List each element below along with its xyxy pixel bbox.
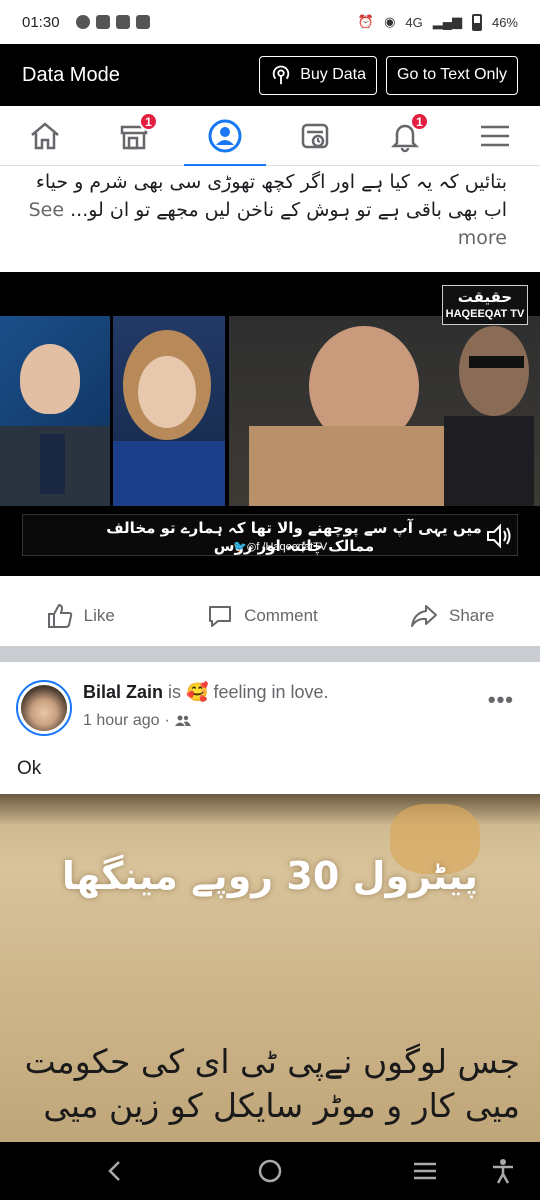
home-button-icon[interactable] <box>255 1156 285 1186</box>
video-frame-left <box>0 316 110 506</box>
more-options-icon[interactable]: ••• <box>488 687 514 713</box>
comment-button[interactable]: Comment <box>206 602 318 630</box>
post-body: بتائیں کہ یہ کیا ہے اور اگر کچھ تھوڑی سی… <box>35 171 507 221</box>
like-label: Like <box>83 606 115 625</box>
main-nav: 1 1 <box>0 106 540 167</box>
like-icon <box>47 603 72 628</box>
is-label: is <box>168 682 182 702</box>
system-nav-bar <box>0 1142 540 1200</box>
image-headline: پیٹرول 30 روپے مینگھا <box>61 854 479 898</box>
video-frame-right <box>229 316 540 506</box>
gallery-icon <box>135 15 150 29</box>
data-mode-bar: Data Mode Buy Data Go to Text Only <box>0 44 540 106</box>
like-button[interactable]: Like <box>46 602 115 630</box>
menu-icon <box>481 125 509 147</box>
image-body-text: جس لوگوں نےپی ٹی ای کی حکومت میی کار و م… <box>24 1042 520 1125</box>
feeling-text: feeling in love. <box>213 682 329 702</box>
post-header: Bilal Zain is 🥰 feeling in love. <box>83 682 329 703</box>
hotspot-icon: ◉ <box>384 14 396 29</box>
social-handle: 🐦◎f /HaqeeqatTV <box>233 540 327 553</box>
accessibility-icon[interactable] <box>488 1156 518 1186</box>
comment-icon <box>209 606 232 627</box>
broadcast-icon <box>272 65 290 85</box>
back-icon[interactable] <box>100 1156 130 1186</box>
alarm-icon: ⏰ <box>357 14 375 29</box>
author-name[interactable]: Bilal Zain <box>83 682 163 702</box>
battery-icon <box>471 13 482 31</box>
status-bar: 01:30 ⏰ ◉ 4G ▂▄▆ 46% <box>0 0 540 44</box>
twitter-icon <box>95 15 110 29</box>
post-actions: Like Comment Share <box>0 586 540 646</box>
notifications-badge: 1 <box>410 112 429 131</box>
buy-data-button[interactable]: Buy Data <box>259 55 378 95</box>
video-frame-middle <box>113 316 225 506</box>
nav-profile[interactable] <box>184 106 266 167</box>
post-time[interactable]: 1 hour ago <box>83 712 160 730</box>
marketplace-badge: 1 <box>139 112 158 131</box>
channel-logo-urdu: حقیقت <box>457 288 513 306</box>
nav-menu[interactable] <box>454 106 536 166</box>
share-label: Share <box>449 606 495 625</box>
comment-label: Comment <box>244 606 318 625</box>
separator-dot: · <box>164 712 170 729</box>
unmute-icon[interactable] <box>485 522 513 550</box>
messenger-icon <box>75 15 90 29</box>
friends-audience-icon <box>174 715 191 726</box>
nav-notifications[interactable]: 1 <box>364 106 446 166</box>
network-type: 4G <box>405 14 423 30</box>
avatar[interactable] <box>16 680 72 736</box>
channel-logo-english: HAQEEQAT TV <box>445 308 525 320</box>
home-icon <box>31 122 59 150</box>
nav-home[interactable] <box>4 106 86 166</box>
post-text: بتائیں کہ یہ کیا ہے اور اگر کچھ تھوڑی سی… <box>0 166 540 252</box>
nav-news[interactable] <box>274 106 356 166</box>
post-text: Ok <box>17 758 42 779</box>
nav-marketplace[interactable]: 1 <box>93 106 175 166</box>
news-feed-icon <box>301 123 329 149</box>
notification-icons <box>75 15 150 29</box>
feeling-emoji: 🥰 <box>186 682 209 702</box>
signal-icon: ▂▄▆ <box>432 14 462 29</box>
social-handle-text: /HaqeeqatTV <box>262 541 328 553</box>
share-icon <box>411 605 437 627</box>
post-image[interactable]: پیٹرول 30 روپے مینگھا جس لوگوں نےپی ٹی ا… <box>0 794 540 1164</box>
channel-logo: حقیقت HAQEEQAT TV <box>442 285 528 325</box>
social-icons: 🐦◎f <box>233 541 260 553</box>
text-only-label: Go to Text Only <box>397 66 507 83</box>
post-video[interactable]: حقیقت HAQEEQAT TV میں یہی آپ سے پوچھنے و… <box>0 272 540 576</box>
avatar-image <box>21 685 67 731</box>
status-time: 01:30 <box>22 13 60 31</box>
buy-data-label: Buy Data <box>300 66 367 83</box>
text-only-button[interactable]: Go to Text Only <box>386 55 518 95</box>
profile-icon <box>208 119 242 153</box>
video-caption-bar: میں یہی آپ سے پوچھنے والا تھا کہ ہمارے ت… <box>22 514 518 556</box>
post-card: بتائیں کہ یہ کیا ہے اور اگر کچھ تھوڑی سی… <box>0 166 540 646</box>
twitter-icon <box>115 15 130 29</box>
data-mode-title: Data Mode <box>22 63 120 86</box>
recent-apps-icon[interactable] <box>410 1156 440 1186</box>
post-card: Bilal Zain is 🥰 feeling in love. 1 hour … <box>0 662 540 1164</box>
battery-percent: 46% <box>491 14 518 30</box>
post-meta: 1 hour ago · <box>83 712 191 730</box>
share-button[interactable]: Share <box>409 602 494 630</box>
